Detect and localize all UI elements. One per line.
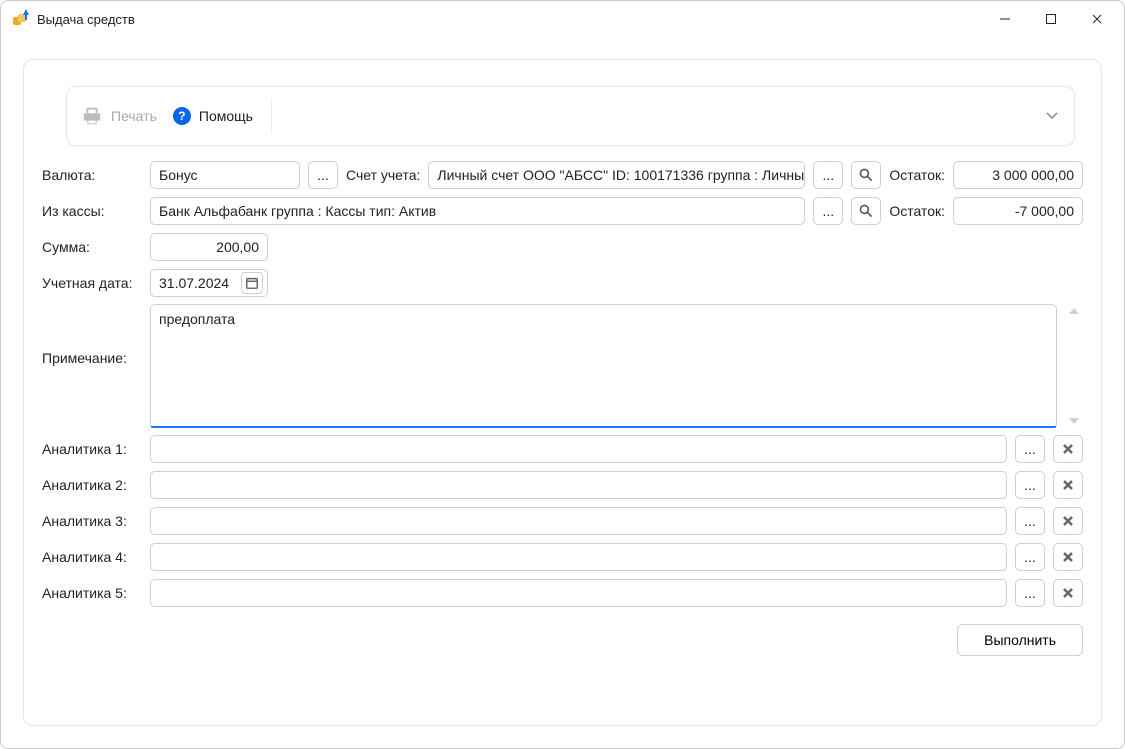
account-picker-button[interactable]: ... (813, 161, 843, 189)
currency-value: Бонус (159, 167, 198, 183)
analytics-2-field[interactable] (150, 471, 1007, 499)
ellipsis-icon: ... (822, 167, 834, 183)
close-icon (1063, 552, 1073, 562)
row-note: Примечание: (42, 304, 1083, 428)
label-amount: Сумма: (42, 239, 142, 255)
maximize-button[interactable] (1028, 3, 1074, 35)
analytics-2-clear-button[interactable] (1053, 471, 1083, 499)
minimize-button[interactable] (982, 3, 1028, 35)
search-icon (858, 167, 874, 183)
calendar-button[interactable] (241, 272, 263, 294)
close-icon (1063, 588, 1073, 598)
ellipsis-icon: ... (1024, 441, 1036, 457)
print-icon (81, 105, 103, 127)
account-value: Личный счет ООО "АБСС" ID: 100171336 гру… (437, 167, 805, 183)
row-acc-date: Учетная дата: 31.07.2024 (42, 268, 1083, 298)
close-icon (1063, 480, 1073, 490)
acc-date-field[interactable]: 31.07.2024 (150, 269, 268, 297)
ellipsis-icon: ... (1024, 549, 1036, 565)
label-currency: Валюта: (42, 167, 142, 183)
client-area: Печать ? Помощь Валюта: Бонус (1, 37, 1124, 748)
ellipsis-icon: ... (1024, 585, 1036, 601)
from-cash-field[interactable]: Банк Альфабанк группа : Кассы тип: Актив (150, 197, 805, 225)
close-icon (1063, 444, 1073, 454)
analytics-4-field[interactable] (150, 543, 1007, 571)
help-label: Помощь (199, 108, 253, 124)
analytics-1-field[interactable] (150, 435, 1007, 463)
form: Валюта: Бонус ... Счет учета: Личный сче… (42, 160, 1083, 656)
account-search-button[interactable] (851, 161, 881, 189)
scroll-up-icon (1069, 308, 1079, 314)
print-label: Печать (111, 108, 157, 124)
main-panel: Печать ? Помощь Валюта: Бонус (23, 59, 1102, 726)
currency-field[interactable]: Бонус (150, 161, 300, 189)
analytics-4-picker-button[interactable]: ... (1015, 543, 1045, 571)
actions-row: Выполнить (42, 624, 1083, 656)
row-analytics-3: Аналитика 3: ... (42, 506, 1083, 536)
execute-button[interactable]: Выполнить (957, 624, 1083, 656)
from-cash-picker-button[interactable]: ... (813, 197, 843, 225)
label-acc-date: Учетная дата: (42, 275, 142, 291)
from-cash-search-button[interactable] (851, 197, 881, 225)
row-analytics-2: Аналитика 2: ... (42, 470, 1083, 500)
close-button[interactable] (1074, 3, 1120, 35)
label-cash-balance: Остаток: (889, 203, 945, 219)
ellipsis-icon: ... (822, 203, 834, 219)
analytics-3-picker-button[interactable]: ... (1015, 507, 1045, 535)
scroll-down-icon (1069, 418, 1079, 424)
label-analytics-1: Аналитика 1: (42, 441, 142, 457)
row-from-cash: Из кассы: Банк Альфабанк группа : Кассы … (42, 196, 1083, 226)
from-cash-value: Банк Альфабанк группа : Кассы тип: Актив (159, 203, 436, 219)
label-analytics-5: Аналитика 5: (42, 585, 142, 601)
search-icon (858, 203, 874, 219)
ellipsis-icon: ... (1024, 477, 1036, 493)
chevron-down-icon (1044, 107, 1060, 123)
analytics-1-clear-button[interactable] (1053, 435, 1083, 463)
toolbar-divider (271, 98, 272, 134)
row-analytics-4: Аналитика 4: ... (42, 542, 1083, 572)
ellipsis-icon: ... (1024, 513, 1036, 529)
label-note: Примечание: (42, 304, 142, 428)
analytics-4-clear-button[interactable] (1053, 543, 1083, 571)
window-title: Выдача средств (37, 12, 135, 27)
ellipsis-icon: ... (317, 167, 329, 183)
window-frame: Выдача средств Печать ? Помощь (0, 0, 1125, 749)
amount-field[interactable]: 200,00 (150, 233, 268, 261)
analytics-5-field[interactable] (150, 579, 1007, 607)
label-analytics-4: Аналитика 4: (42, 549, 142, 565)
analytics-2-picker-button[interactable]: ... (1015, 471, 1045, 499)
toolbar: Печать ? Помощь (66, 86, 1075, 146)
currency-picker-button[interactable]: ... (308, 161, 338, 189)
label-account-balance: Остаток: (889, 167, 945, 183)
titlebar: Выдача средств (1, 1, 1124, 37)
row-currency: Валюта: Бонус ... Счет учета: Личный сче… (42, 160, 1083, 190)
row-amount: Сумма: 200,00 (42, 232, 1083, 262)
analytics-3-field[interactable] (150, 507, 1007, 535)
label-from-cash: Из кассы: (42, 203, 142, 219)
account-field[interactable]: Личный счет ООО "АБСС" ID: 100171336 гру… (428, 161, 805, 189)
note-textarea[interactable] (150, 304, 1057, 428)
help-button[interactable]: ? Помощь (173, 107, 253, 125)
app-icon (13, 11, 29, 27)
cash-balance-value: -7 000,00 (953, 197, 1083, 225)
label-analytics-3: Аналитика 3: (42, 513, 142, 529)
close-icon (1063, 516, 1073, 526)
note-scrollbar[interactable] (1065, 304, 1083, 428)
label-analytics-2: Аналитика 2: (42, 477, 142, 493)
toolbar-expand-button[interactable] (1044, 107, 1060, 126)
analytics-3-clear-button[interactable] (1053, 507, 1083, 535)
print-button[interactable]: Печать (81, 105, 157, 127)
help-icon: ? (173, 107, 191, 125)
analytics-5-clear-button[interactable] (1053, 579, 1083, 607)
row-analytics-5: Аналитика 5: ... (42, 578, 1083, 608)
calendar-icon (245, 276, 259, 290)
analytics-5-picker-button[interactable]: ... (1015, 579, 1045, 607)
analytics-1-picker-button[interactable]: ... (1015, 435, 1045, 463)
acc-date-value: 31.07.2024 (159, 275, 237, 291)
row-analytics-1: Аналитика 1: ... (42, 434, 1083, 464)
label-account: Счет учета: (346, 167, 420, 183)
account-balance-value: 3 000 000,00 (953, 161, 1083, 189)
amount-value: 200,00 (216, 239, 259, 255)
